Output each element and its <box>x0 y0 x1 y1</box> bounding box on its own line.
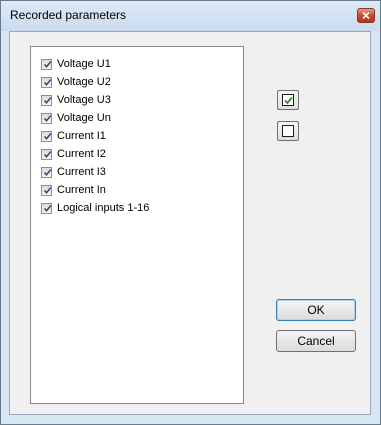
checkbox[interactable] <box>41 112 52 124</box>
cancel-button[interactable]: Cancel <box>276 330 356 352</box>
uncheck-all-icon <box>282 125 294 137</box>
list-item[interactable]: Voltage U3 <box>41 92 111 108</box>
list-item-label: Voltage U2 <box>57 76 111 88</box>
check-icon <box>43 60 52 68</box>
checkbox[interactable] <box>41 94 52 106</box>
list-item-label: Logical inputs 1-16 <box>57 202 150 214</box>
list-item-label: Current In <box>57 184 106 196</box>
list-item[interactable]: Current I1 <box>41 128 106 144</box>
checkbox[interactable] <box>41 148 52 160</box>
check-icon <box>43 78 52 86</box>
dialog-window: Recorded parameters Voltage U1 Voltage U… <box>0 0 381 425</box>
check-all-icon <box>282 94 294 106</box>
checkbox[interactable] <box>41 202 52 214</box>
check-icon <box>43 132 52 140</box>
check-all-button[interactable] <box>277 90 299 110</box>
list-item-label: Voltage Un <box>57 112 111 124</box>
checkbox[interactable] <box>41 184 52 196</box>
list-item-label: Current I2 <box>57 148 106 160</box>
check-icon <box>43 114 52 122</box>
checkbox[interactable] <box>41 166 52 178</box>
check-icon <box>43 150 52 158</box>
check-icon <box>43 204 52 212</box>
ok-button[interactable]: OK <box>276 299 356 321</box>
list-item-label: Voltage U1 <box>57 58 111 70</box>
title-bar[interactable]: Recorded parameters <box>1 1 380 31</box>
close-icon <box>362 12 370 19</box>
check-icon <box>43 96 52 104</box>
checkbox[interactable] <box>41 58 52 70</box>
list-item[interactable]: Current I3 <box>41 164 106 180</box>
checkbox[interactable] <box>41 130 52 142</box>
list-item-label: Voltage U3 <box>57 94 111 106</box>
window-title: Recorded parameters <box>10 8 127 22</box>
parameters-checklist[interactable]: Voltage U1 Voltage U2 Voltage U3 Voltage… <box>30 46 244 404</box>
list-item[interactable]: Current In <box>41 182 106 198</box>
checkbox[interactable] <box>41 76 52 88</box>
list-item[interactable]: Voltage U1 <box>41 56 111 72</box>
list-item[interactable]: Current I2 <box>41 146 106 162</box>
close-button[interactable] <box>357 8 375 23</box>
list-item-label: Current I3 <box>57 166 106 178</box>
list-item[interactable]: Logical inputs 1-16 <box>41 200 149 216</box>
check-icon <box>43 168 52 176</box>
list-item[interactable]: Voltage Un <box>41 110 111 126</box>
check-icon <box>43 186 52 194</box>
list-item[interactable]: Voltage U2 <box>41 74 111 90</box>
list-item-label: Current I1 <box>57 130 106 142</box>
dialog-content: Voltage U1 Voltage U2 Voltage U3 Voltage… <box>9 31 371 415</box>
uncheck-all-button[interactable] <box>277 121 299 141</box>
